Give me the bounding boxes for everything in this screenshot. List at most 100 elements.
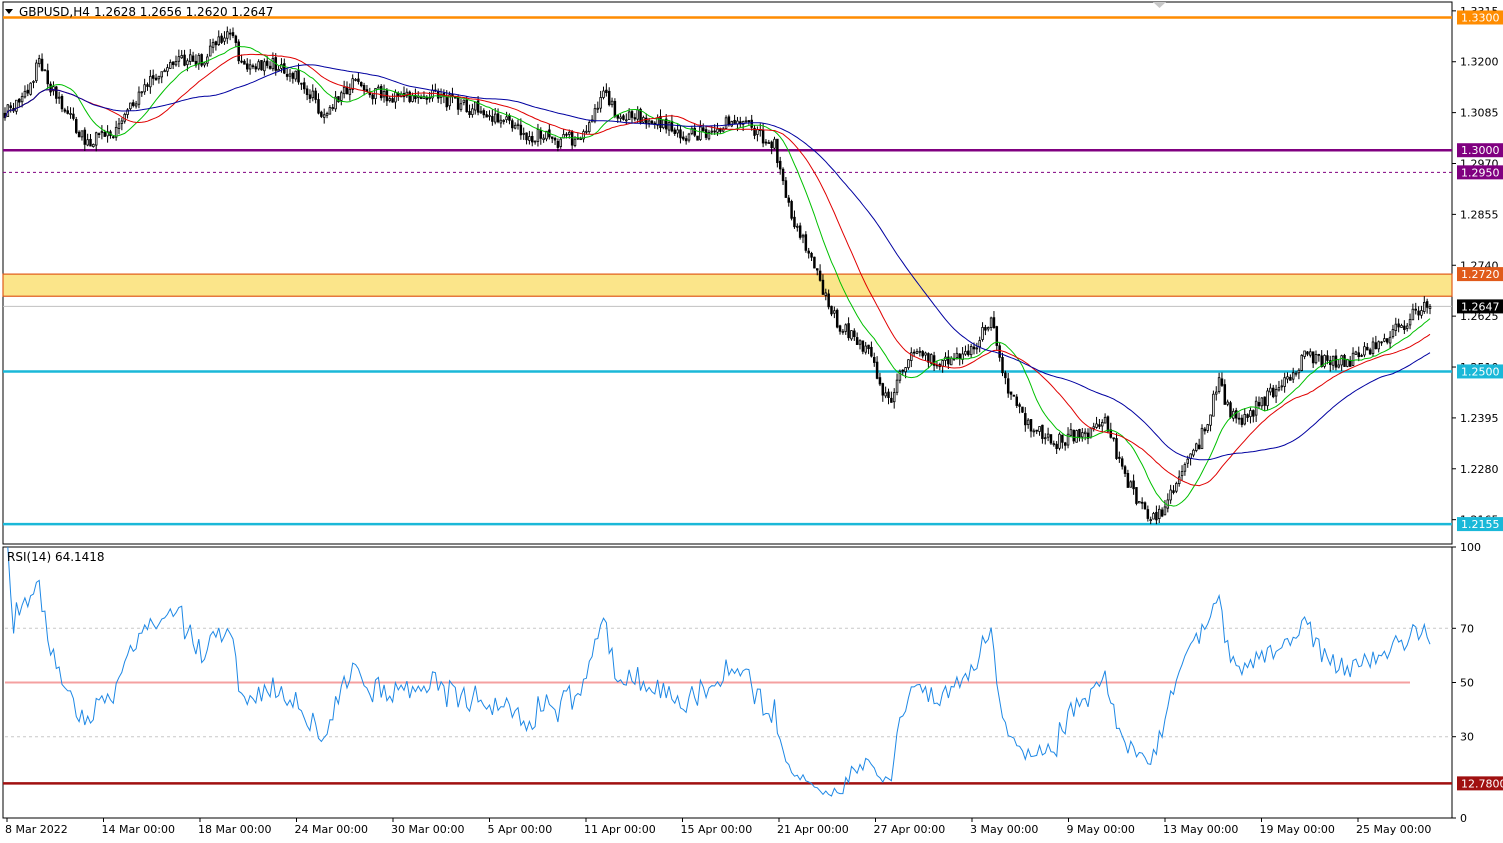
candle-body: [767, 142, 771, 144]
candle-body: [633, 117, 637, 120]
candle-body: [1172, 490, 1175, 493]
candle-body: [1135, 487, 1138, 504]
candle-body: [302, 82, 306, 90]
candle-body: [1297, 369, 1301, 374]
candle-body: [129, 102, 132, 110]
candle-body: [166, 67, 169, 72]
candle-body: [1217, 377, 1221, 392]
candle-body: [915, 351, 919, 354]
candle-body: [436, 90, 440, 99]
candle-body: [320, 111, 323, 117]
candle-body: [1314, 354, 1318, 364]
rsi-title: RSI(14) 64.1418: [7, 550, 105, 564]
time-tick-label: 11 Apr 00:00: [584, 823, 656, 836]
candle-body: [835, 309, 839, 328]
candle-body: [140, 91, 144, 94]
candle-body: [1280, 385, 1284, 388]
candle-body: [941, 360, 944, 367]
candle-body: [1197, 444, 1201, 450]
candle-body: [391, 98, 394, 103]
candle-body: [1101, 422, 1104, 427]
candle-body: [1098, 424, 1101, 427]
candle-body: [1126, 473, 1130, 488]
chart-svg[interactable]: 1.33151.32001.30851.29701.28551.27401.26…: [0, 0, 1503, 838]
candle-body: [206, 56, 209, 64]
candle-body: [72, 113, 75, 119]
time-tick-label: 27 Apr 00:00: [874, 823, 946, 836]
candle-body: [676, 129, 679, 134]
candle-body: [1092, 426, 1095, 429]
candle-body: [733, 119, 736, 124]
rsi-tick-label: 0: [1460, 812, 1467, 825]
candle-body: [1029, 419, 1033, 432]
candle-body: [1240, 417, 1244, 425]
candle-body: [1357, 352, 1361, 358]
candle-body: [371, 94, 374, 100]
candle-body: [964, 351, 967, 355]
candle-body: [217, 36, 220, 45]
candle-body: [340, 92, 343, 101]
candle-body: [838, 325, 842, 332]
candle-body: [1129, 481, 1133, 488]
candle-body: [43, 69, 47, 72]
candle-body: [134, 103, 138, 107]
candle-body: [1175, 483, 1178, 492]
candle-body: [967, 350, 970, 356]
candle-body: [75, 119, 78, 133]
chart-window[interactable]: 1.33151.32001.30851.29701.28551.27401.26…: [0, 0, 1503, 838]
candle-body: [1118, 456, 1121, 459]
candle-body: [1069, 429, 1073, 436]
candle-body: [570, 131, 574, 146]
candle-body: [1160, 509, 1164, 517]
time-tick-label: 8 Mar 2022: [5, 823, 68, 836]
candle-body: [9, 105, 12, 108]
candle-body: [237, 41, 240, 62]
candle-body: [716, 128, 719, 133]
candle-body: [761, 129, 765, 144]
candle-body: [1317, 353, 1321, 356]
candle-body: [57, 96, 61, 99]
candle-body: [593, 108, 597, 122]
candle-body: [1061, 434, 1064, 443]
candle-body: [1374, 342, 1378, 350]
candle-body: [200, 54, 203, 66]
ohlc-values: 1.2628 1.2656 1.2620 1.2647: [94, 5, 273, 19]
time-tick-label: 21 Apr 00:00: [777, 823, 849, 836]
candle-body: [1368, 349, 1372, 355]
candle-body: [1226, 401, 1229, 405]
candle-body: [949, 357, 953, 366]
candle-body: [958, 353, 962, 359]
candle-body: [240, 60, 243, 63]
candle-body: [80, 130, 84, 138]
candle-body: [887, 391, 890, 398]
time-tick-label: 5 Apr 00:00: [488, 823, 553, 836]
candle-body: [1209, 414, 1212, 426]
time-tick-label: 19 May 00:00: [1260, 823, 1335, 836]
candle-body: [901, 369, 905, 372]
candle-body: [1163, 506, 1167, 516]
candle-body: [853, 330, 856, 338]
candle-body: [1115, 438, 1118, 459]
candle-body: [1252, 410, 1255, 417]
candle-body: [989, 317, 993, 328]
candle-body: [1334, 355, 1338, 368]
candle-body: [525, 132, 528, 141]
candle-body: [471, 108, 474, 115]
candle-body: [294, 70, 297, 80]
rsi-tick-label: 70: [1460, 622, 1474, 635]
candle-body: [884, 392, 887, 397]
candle-body: [927, 353, 930, 363]
candle-body: [505, 116, 508, 121]
candle-body: [1243, 414, 1247, 425]
candle-body: [342, 86, 346, 95]
candle-body: [550, 136, 554, 139]
time-tick-label: 9 May 00:00: [1067, 823, 1135, 836]
candle-body: [1249, 410, 1252, 418]
candle-body: [491, 116, 494, 122]
candle-body: [1269, 387, 1272, 393]
candle-body: [502, 120, 505, 122]
candle-body: [667, 122, 671, 131]
candle-body: [687, 133, 691, 141]
candle-body: [1417, 310, 1420, 316]
candle-body: [251, 65, 255, 68]
